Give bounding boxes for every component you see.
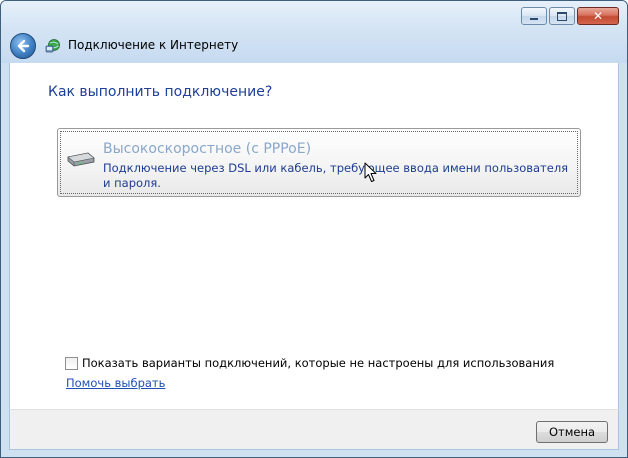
back-button[interactable] — [10, 33, 36, 59]
close-icon: ✕ — [592, 9, 604, 23]
content-pane: Как выполнить подключение? Высокоскорост… — [9, 63, 619, 409]
help-choose-link[interactable]: Помочь выбрать — [66, 376, 165, 390]
window-title: Подключение к Интернету — [68, 38, 239, 52]
show-unconfigured-checkbox[interactable] — [65, 356, 78, 370]
minimize-icon — [530, 17, 538, 20]
caption-buttons: ✕ — [521, 7, 619, 25]
title-bar: ✕ Подключение к Интернету — [1, 1, 627, 63]
option-description: Подключение через DSL или кабель, требую… — [103, 161, 569, 190]
maximize-icon — [557, 11, 567, 21]
minimize-button[interactable] — [521, 7, 547, 25]
wizard-window: ✕ Подключение к Интернету Как выполнить … — [0, 0, 628, 458]
option-title: Высокоскоростное (с PPPoE) — [103, 141, 312, 157]
page-heading: Как выполнить подключение? — [48, 84, 273, 100]
show-unconfigured-row[interactable]: Показать варианты подключений, которые н… — [65, 356, 554, 370]
button-bar: Отмена — [9, 409, 619, 450]
show-unconfigured-label[interactable]: Показать варианты подключений, которые н… — [82, 356, 554, 370]
cancel-button[interactable]: Отмена — [536, 421, 608, 443]
modem-icon — [67, 152, 95, 167]
back-arrow-icon — [17, 39, 30, 53]
mouse-cursor-icon — [364, 162, 377, 182]
maximize-button[interactable] — [549, 7, 575, 25]
close-button[interactable]: ✕ — [577, 7, 619, 25]
network-globe-icon — [45, 39, 60, 53]
option-pppoe[interactable]: Высокоскоростное (с PPPoE) Подключение ч… — [57, 128, 581, 197]
